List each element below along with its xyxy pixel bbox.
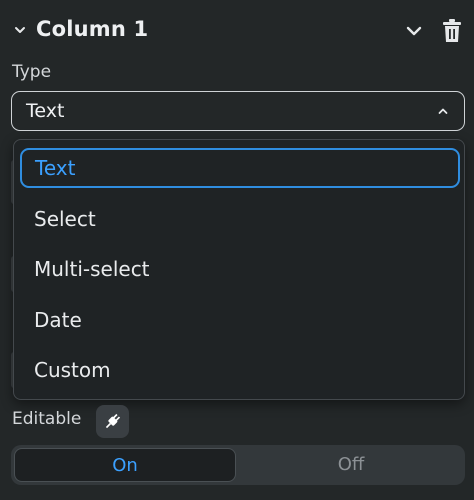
dropdown-option-multi-select[interactable]: Multi-select xyxy=(20,249,460,289)
type-dropdown-menu[interactable]: Text Select Multi-select Date Custom xyxy=(13,139,465,400)
plug-button[interactable] xyxy=(96,405,129,438)
editable-toggle[interactable]: On Off xyxy=(11,445,465,485)
dropdown-option-select[interactable]: Select xyxy=(20,199,460,239)
type-select[interactable]: Text xyxy=(11,91,465,131)
column-title: Column 1 xyxy=(36,17,149,41)
toggle-on[interactable]: On xyxy=(14,448,236,482)
chevron-up-icon xyxy=(438,108,448,114)
dropdown-option-date[interactable]: Date xyxy=(20,300,460,340)
toggle-off[interactable]: Off xyxy=(240,448,462,482)
type-select-value: Text xyxy=(26,100,65,122)
column-header[interactable]: Column 1 xyxy=(0,0,474,62)
dropdown-option-custom[interactable]: Custom xyxy=(20,350,460,390)
chevron-down-icon[interactable] xyxy=(12,22,28,38)
dropdown-option-text[interactable]: Text xyxy=(20,148,460,188)
collapse-chevron-icon[interactable] xyxy=(404,21,424,41)
trash-icon[interactable] xyxy=(440,18,464,44)
type-label: Type xyxy=(12,62,52,82)
plug-icon xyxy=(105,413,121,429)
editable-label: Editable xyxy=(12,409,82,429)
